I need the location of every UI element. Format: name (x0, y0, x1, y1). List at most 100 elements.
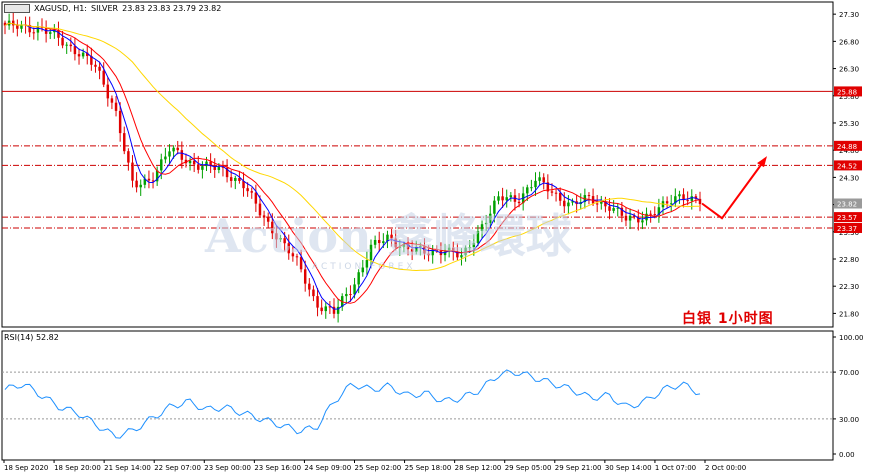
time-tick-label: 23 Sep 16:00 (254, 464, 301, 472)
candle-body (73, 46, 77, 55)
candle-body (69, 44, 73, 47)
price-tick-label: 22.30 (839, 283, 859, 291)
time-tick-label: 2 Oct 00:00 (705, 464, 746, 472)
watermark-text: Action 鑫峰環球 (205, 209, 572, 263)
watermark-subtext: ACTION FOREX (312, 262, 416, 272)
candle-body (61, 37, 64, 46)
candle-body (550, 191, 554, 193)
candle-body (180, 150, 184, 160)
price-tick-label: 24.30 (839, 174, 859, 182)
candle-body (77, 54, 81, 57)
candle-body (135, 180, 138, 188)
candle-body (542, 177, 545, 183)
candle-body (65, 44, 68, 46)
candle-body (160, 159, 163, 171)
candle-body (526, 187, 529, 194)
rsi-tick-label: 100.00 (839, 334, 864, 342)
candle-body (57, 30, 60, 38)
price-tick-label: 25.30 (839, 120, 859, 128)
candle-body (250, 191, 253, 193)
candle-body (686, 200, 689, 202)
candle-body (534, 180, 537, 188)
candle-body (188, 160, 192, 164)
candle-body (127, 151, 130, 163)
candle-body (308, 283, 311, 290)
candle-body (114, 102, 118, 111)
candle-body (176, 147, 179, 151)
time-tick-label: 28 Sep 12:00 (455, 464, 502, 472)
time-tick-label: 24 Sep 09:00 (304, 464, 351, 472)
candle-body (201, 166, 204, 170)
price-tick-label: 22.80 (839, 256, 859, 264)
candle-body (11, 20, 15, 26)
candle-body (608, 206, 611, 211)
candle-body (217, 166, 221, 170)
candle-body (147, 178, 151, 181)
candle-body (98, 66, 101, 71)
rsi-title: RSI(14) 52.82 (4, 333, 59, 342)
candle-body (324, 306, 328, 312)
time-tick-label: 21 Sep 14:00 (104, 464, 151, 472)
main-panel-frame (1, 1, 834, 328)
time-tick-label: 22 Sep 07:00 (154, 464, 201, 472)
candle-body (118, 110, 122, 134)
time-tick-label: 29 Sep 05:00 (505, 464, 552, 472)
candle-body (94, 64, 97, 67)
candle-body (509, 195, 513, 198)
candle-body (538, 177, 541, 181)
candle-body (106, 84, 110, 99)
time-tick-label: 25 Sep 02:00 (355, 464, 402, 472)
candle-body (303, 269, 307, 284)
candle-body (36, 26, 40, 33)
projection-arrow (701, 161, 764, 220)
candle-body (595, 203, 599, 205)
price-tick-label: 26.30 (839, 66, 859, 74)
time-tick-label: 29 Sep 21:00 (555, 464, 602, 472)
rsi-tick-label: 30.00 (839, 416, 859, 424)
candle-body (690, 196, 694, 201)
time-tick-label: 18 Sep 20:00 (54, 464, 101, 472)
candle-body (139, 184, 142, 188)
candle-body (612, 208, 615, 211)
price-tick-label: 26.80 (839, 38, 859, 46)
candle-body (357, 272, 360, 285)
candle-body (110, 98, 114, 103)
candle-body (316, 296, 319, 308)
price-tag-label: 24.52 (837, 162, 857, 170)
candle-body (530, 187, 533, 189)
candle-body (172, 147, 175, 152)
candle-body (205, 161, 208, 167)
candle-body (345, 294, 348, 297)
candle-body (320, 307, 323, 312)
candle-body (624, 215, 628, 221)
candle-body (312, 289, 315, 297)
rsi-panel-frame (1, 330, 834, 461)
candle-body (81, 52, 85, 57)
price-tag-label: 24.88 (837, 143, 857, 151)
candle-body (665, 201, 669, 204)
candle-body (649, 213, 652, 215)
rsi-line (4, 369, 701, 439)
candle-body (653, 214, 656, 216)
candle-body (131, 162, 134, 181)
chart-header: XAGUSD, H1: SILVER 23.83 23.83 23.79 23.… (4, 4, 221, 13)
candle-body (197, 164, 200, 170)
candle-body (229, 177, 233, 181)
candle-body (641, 220, 644, 223)
window-icon (4, 4, 30, 13)
rsi-tick-label: 0.00 (839, 451, 855, 459)
rsi-tick-label: 70.00 (839, 369, 859, 377)
candle-body (246, 188, 249, 192)
candle-body (587, 195, 591, 197)
candle-body (49, 32, 52, 34)
candle-body (168, 151, 171, 157)
price-tag-label: 23.57 (837, 214, 857, 222)
candle-body (678, 194, 681, 197)
price-tag-label: 23.37 (837, 225, 857, 233)
header-symbol: XAGUSD, H1: (34, 4, 87, 13)
price-tag-label: 23.82 (837, 200, 857, 208)
time-tick-label: 25 Sep 18:00 (405, 464, 452, 472)
price-tag-label: 25.88 (837, 88, 857, 96)
candle-body (192, 160, 196, 165)
time-tick-label: 1 Oct 07:00 (655, 464, 696, 472)
